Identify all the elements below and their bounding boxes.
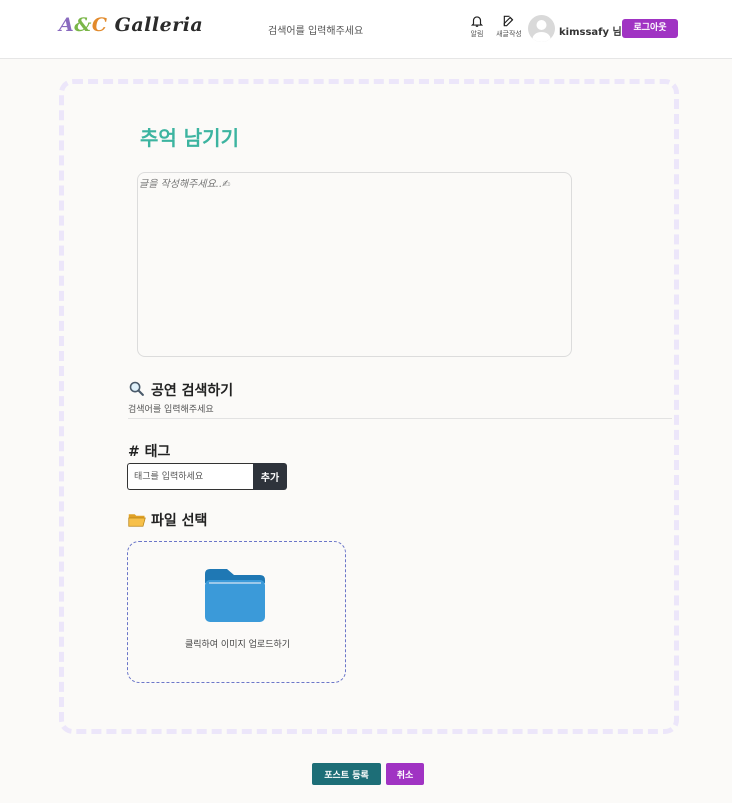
logo-letter-a: A	[59, 14, 75, 36]
notifications-label: 알림	[470, 30, 484, 38]
cancel-button[interactable]: 취소	[386, 763, 424, 785]
image-upload-dropzone[interactable]: 클릭하여 이미지 업로드하기	[127, 541, 346, 683]
search-icon	[128, 380, 146, 401]
file-heading: 파일 선택	[128, 510, 207, 531]
avatar-icon	[532, 20, 551, 42]
logo-ampersand: &	[74, 14, 92, 36]
notifications-button[interactable]: 알림	[462, 14, 492, 39]
file-title: 파일 선택	[151, 513, 208, 529]
username: kimssafy 님	[559, 27, 622, 38]
folder-icon	[205, 569, 265, 622]
bell-icon	[470, 16, 484, 27]
edit-icon	[503, 15, 514, 27]
page-title: 추억 남기기	[140, 126, 239, 150]
logo-letter-c: C	[91, 14, 108, 36]
logo-galleria: Galleria	[107, 14, 204, 36]
tag-input[interactable]	[127, 463, 254, 490]
folder-open-icon	[128, 512, 146, 531]
logo[interactable]: A&C Galleria	[59, 14, 203, 36]
avatar[interactable]	[528, 15, 555, 42]
top-navbar: A&C Galleria 검색어를 입력해주세요 알림 새글작성 kimssaf…	[0, 0, 732, 59]
submit-post-button[interactable]: 포스트 등록	[312, 763, 381, 785]
tag-heading: # 태그	[128, 444, 171, 460]
logout-button[interactable]: 로그아웃	[622, 19, 678, 38]
show-search-title: 공연 검색하기	[151, 383, 234, 399]
post-content-textarea[interactable]	[137, 172, 572, 357]
show-search-input[interactable]	[128, 401, 672, 419]
new-post-label: 새글작성	[496, 30, 522, 38]
add-tag-button[interactable]: 추가	[253, 463, 287, 490]
header-search-input[interactable]: 검색어를 입력해주세요	[268, 22, 363, 37]
new-post-button[interactable]: 새글작성	[494, 14, 524, 39]
upload-label: 클릭하여 이미지 업로드하기	[184, 640, 291, 650]
show-search-heading: 공연 검색하기	[128, 380, 233, 401]
